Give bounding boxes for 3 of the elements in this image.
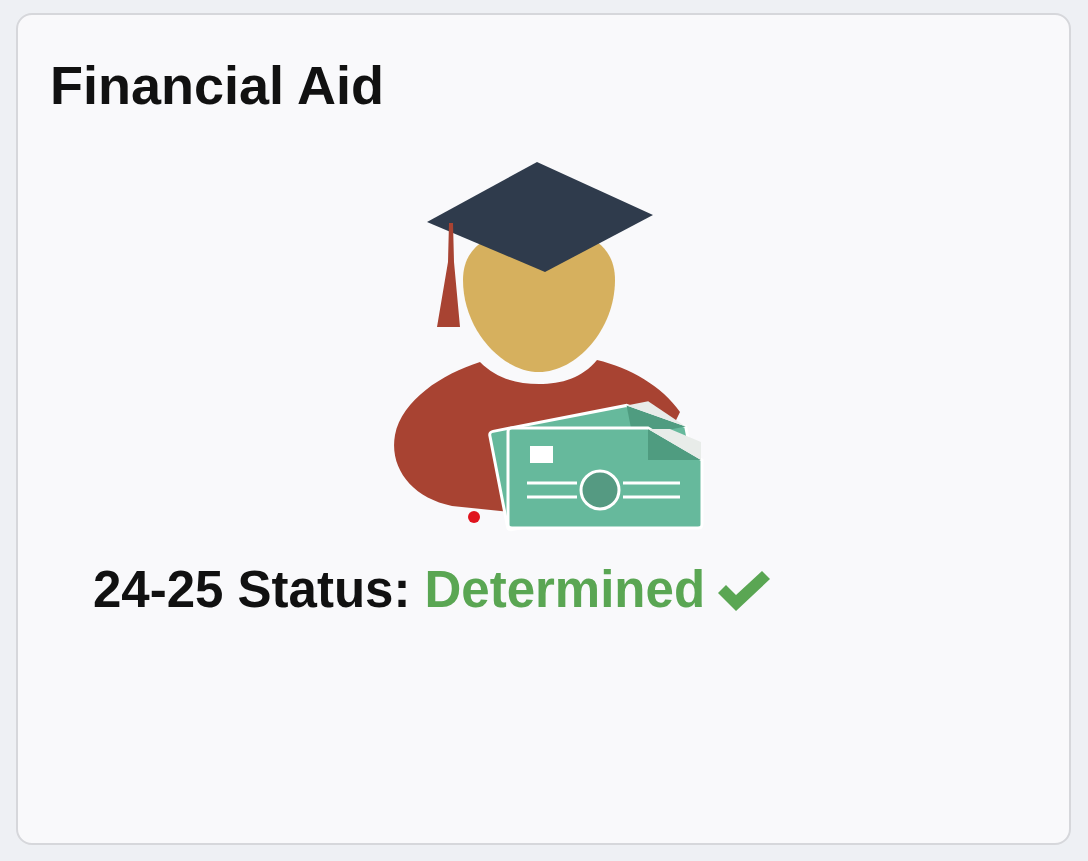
status-value: Determined [424,564,706,615]
status-label: 24-25 Status: [93,564,411,615]
card-title: Financial Aid [50,58,386,112]
